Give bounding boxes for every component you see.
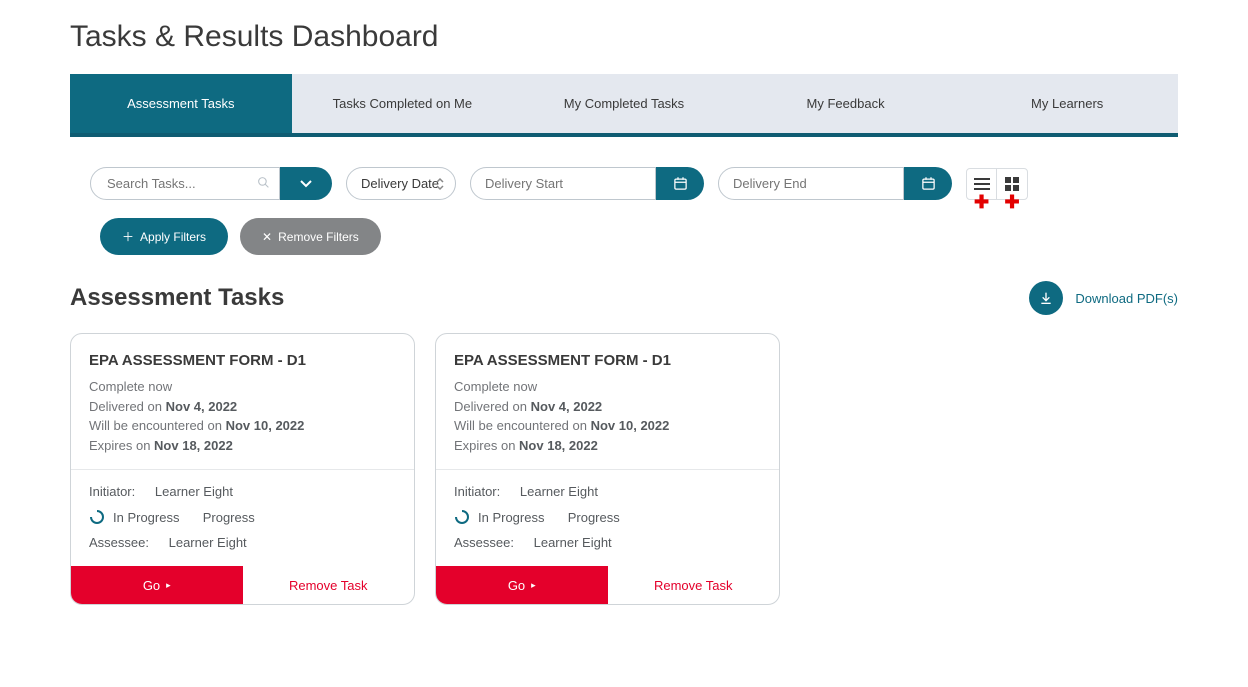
delivery-start-calendar-button[interactable] <box>656 167 704 200</box>
filters-row: Delivery Date ✚ ✚ <box>90 167 1178 200</box>
task-card: EPA ASSESSMENT FORM - D1 Complete now De… <box>435 333 780 605</box>
remove-filters-button[interactable]: ✕ Remove Filters <box>240 218 381 255</box>
close-icon: ✕ <box>262 230 272 244</box>
tab-my-feedback[interactable]: My Feedback <box>735 74 957 133</box>
apply-filters-label: Apply Filters <box>140 230 206 244</box>
calendar-icon <box>673 176 688 191</box>
complete-now-label: Complete now <box>454 377 761 397</box>
list-view-button[interactable]: ✚ <box>967 169 997 199</box>
go-button[interactable]: Go▸ <box>436 566 608 604</box>
delivery-end-input[interactable] <box>718 167 904 200</box>
sort-select-label: Delivery Date <box>361 176 439 191</box>
search-dropdown-button[interactable] <box>280 167 332 200</box>
sort-select[interactable]: Delivery Date <box>346 167 456 200</box>
updown-icon <box>435 177 445 191</box>
section-header-row: Assessment Tasks Download PDF(s) <box>70 281 1178 315</box>
spinner-icon <box>454 509 470 525</box>
card-meta: Complete now Delivered on Nov 4, 2022 Wi… <box>89 377 396 455</box>
chevron-right-icon: ▸ <box>166 580 171 591</box>
tab-completed-on-me[interactable]: Tasks Completed on Me <box>292 74 514 133</box>
delivery-end-group <box>718 167 952 200</box>
initiator-row: Initiator: Learner Eight <box>454 484 761 499</box>
grid-icon <box>1005 177 1019 191</box>
filter-action-row: ＋ Apply Filters ✕ Remove Filters <box>100 218 1178 255</box>
card-meta: Complete now Delivered on Nov 4, 2022 Wi… <box>454 377 761 455</box>
delivery-start-input[interactable] <box>470 167 656 200</box>
status-row: In Progress Progress <box>454 509 761 525</box>
remove-filters-label: Remove Filters <box>278 230 359 244</box>
search-input[interactable] <box>90 167 280 200</box>
complete-now-label: Complete now <box>89 377 396 397</box>
card-actions: Go▸ Remove Task <box>71 566 414 604</box>
download-pdfs-button[interactable]: Download PDF(s) <box>1029 281 1178 315</box>
card-actions: Go▸ Remove Task <box>436 566 779 604</box>
apply-filters-button[interactable]: ＋ Apply Filters <box>100 218 228 255</box>
view-toggle: ✚ ✚ <box>966 168 1028 200</box>
list-icon <box>974 177 990 191</box>
spinner-icon <box>89 509 105 525</box>
delivery-start-group <box>470 167 704 200</box>
section-title: Assessment Tasks <box>70 284 284 312</box>
tab-my-completed-tasks[interactable]: My Completed Tasks <box>513 74 735 133</box>
assessee-row: Assessee: Learner Eight <box>454 535 761 550</box>
search-group <box>90 167 332 200</box>
go-button[interactable]: Go▸ <box>71 566 243 604</box>
search-icon <box>257 176 270 192</box>
initiator-row: Initiator: Learner Eight <box>89 484 396 499</box>
remove-task-button[interactable]: Remove Task <box>608 566 780 604</box>
remove-task-button[interactable]: Remove Task <box>243 566 415 604</box>
assessee-row: Assessee: Learner Eight <box>89 535 396 550</box>
card-title: EPA ASSESSMENT FORM - D1 <box>89 352 396 369</box>
annotation-plus-icon: ✚ <box>1004 192 1019 213</box>
status-row: In Progress Progress <box>89 509 396 525</box>
chevron-right-icon: ▸ <box>531 580 536 591</box>
page-title: Tasks & Results Dashboard <box>70 20 1178 54</box>
delivery-end-calendar-button[interactable] <box>904 167 952 200</box>
download-label: Download PDF(s) <box>1075 291 1178 306</box>
card-title: EPA ASSESSMENT FORM - D1 <box>454 352 761 369</box>
tab-my-learners[interactable]: My Learners <box>956 74 1178 133</box>
tab-bar: Assessment Tasks Tasks Completed on Me M… <box>70 74 1178 137</box>
task-card: EPA ASSESSMENT FORM - D1 Complete now De… <box>70 333 415 605</box>
tab-assessment-tasks[interactable]: Assessment Tasks <box>70 74 292 133</box>
cards-container: EPA ASSESSMENT FORM - D1 Complete now De… <box>70 333 1178 605</box>
plus-icon: ＋ <box>122 228 134 245</box>
annotation-plus-icon: ✚ <box>974 192 989 213</box>
calendar-icon <box>921 176 936 191</box>
download-icon <box>1029 281 1063 315</box>
grid-view-button[interactable]: ✚ <box>997 169 1027 199</box>
